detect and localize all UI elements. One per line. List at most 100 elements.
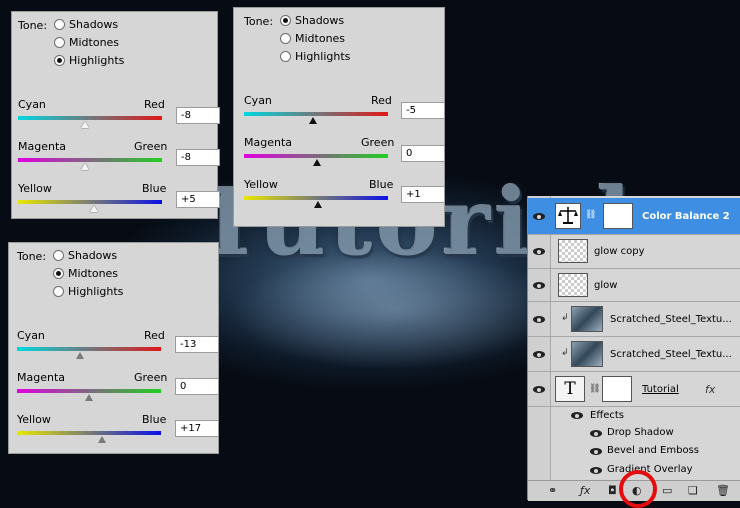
eye-icon[interactable]: [590, 430, 602, 437]
radio-icon[interactable]: [54, 37, 65, 48]
tone-radio-highlights[interactable]: Highlights: [280, 50, 350, 63]
magenta-green-slider-thumb[interactable]: [81, 163, 89, 170]
yellow-blue-slider[interactable]: [244, 196, 388, 200]
eye-icon[interactable]: [571, 412, 583, 419]
magenta-green-value-field[interactable]: -8: [176, 149, 220, 166]
magenta-green-value-field[interactable]: 0: [175, 378, 219, 395]
eye-icon[interactable]: [533, 386, 545, 393]
yellow-blue-value-field[interactable]: +5: [176, 191, 220, 208]
yellow-blue-value-field[interactable]: +17: [175, 420, 219, 437]
magenta-green-slider[interactable]: [18, 158, 162, 162]
layers-panel: ⛓ Color Balance 2 glow copy glow ↲ Scrat…: [527, 196, 740, 501]
radio-icon[interactable]: [53, 286, 64, 297]
cyan-red-slider-thumb[interactable]: [81, 121, 89, 128]
layer-row-scratched-steel-2[interactable]: ↲ Scratched_Steel_Textu...: [528, 337, 740, 372]
effect-drop-shadow[interactable]: Drop Shadow: [528, 424, 740, 442]
layer-row-scratched-steel-1[interactable]: ↲ Scratched_Steel_Textu...: [528, 302, 740, 337]
clip-arrow-icon: ↲: [561, 348, 569, 358]
radio-checked-icon[interactable]: [280, 15, 291, 26]
tone-radio-midtones[interactable]: Midtones: [280, 32, 345, 45]
effect-name: Bevel and Emboss: [607, 445, 699, 456]
yellow-blue-value-field[interactable]: +1: [401, 186, 445, 203]
eye-icon[interactable]: [533, 316, 545, 323]
layer-row-glow[interactable]: glow: [528, 269, 740, 302]
eye-icon[interactable]: [533, 351, 545, 358]
green-label: Green: [134, 371, 168, 384]
tone-radio-highlights[interactable]: Highlights: [53, 285, 123, 298]
layer-row-glow-copy[interactable]: glow copy: [528, 235, 740, 269]
cyan-red-value-field[interactable]: -13: [175, 336, 219, 353]
new-group-icon[interactable]: ▭: [662, 484, 672, 497]
eye-icon[interactable]: [533, 248, 545, 255]
layer-name[interactable]: Scratched_Steel_Textu...: [610, 349, 738, 360]
magenta-green-slider-thumb[interactable]: [85, 394, 93, 401]
layer-thumbnail: [558, 239, 588, 263]
radio-checked-icon[interactable]: [54, 55, 65, 66]
scale-icon: [558, 207, 578, 224]
cyan-red-slider-thumb[interactable]: [76, 352, 84, 359]
cyan-red-slider-thumb[interactable]: [309, 117, 317, 124]
layer-name[interactable]: Color Balance 2: [642, 211, 730, 222]
layer-name[interactable]: glow copy: [594, 246, 644, 257]
cyan-label: Cyan: [18, 98, 46, 111]
text-layer-icon: T: [555, 376, 585, 402]
cyan-red-value-field[interactable]: -5: [401, 102, 445, 119]
color-balance-panel-highlights: Tone: Shadows Midtones Highlights Cyan R…: [11, 11, 220, 219]
tone-radio-shadows[interactable]: Shadows: [54, 18, 118, 31]
yellow-label: Yellow: [244, 178, 278, 191]
yellow-blue-slider-thumb[interactable]: [98, 436, 106, 443]
trash-icon[interactable]: 🗑: [716, 484, 730, 497]
cyan-red-slider[interactable]: [18, 116, 162, 120]
add-style-icon[interactable]: ƒx: [580, 484, 590, 497]
layer-mask-thumbnail[interactable]: [603, 203, 633, 229]
cyan-red-slider[interactable]: [244, 112, 388, 116]
magenta-green-slider[interactable]: [244, 154, 388, 158]
eye-icon[interactable]: [590, 467, 602, 474]
yellow-blue-slider-thumb[interactable]: [90, 205, 98, 212]
yellow-blue-slider[interactable]: [18, 200, 162, 204]
layer-row-tutorial[interactable]: T ⛓ Tutorial fx: [528, 372, 740, 407]
color-balance-panel-midtones: Tone: Shadows Midtones Highlights Cyan R…: [8, 242, 219, 454]
color-balance-panel-shadows: Tone: Shadows Midtones Highlights Cyan R…: [233, 7, 445, 227]
eye-icon[interactable]: [533, 282, 545, 289]
yellow-blue-slider[interactable]: [17, 431, 161, 435]
tone-radio-shadows[interactable]: Shadows: [53, 249, 117, 262]
yellow-label: Yellow: [18, 182, 52, 195]
radio-icon[interactable]: [54, 19, 65, 30]
radio-icon[interactable]: [280, 51, 291, 62]
blue-label: Blue: [369, 178, 394, 191]
layer-row-color-balance-2[interactable]: ⛓ Color Balance 2: [528, 198, 740, 235]
link-layers-icon[interactable]: ⚭: [548, 484, 557, 497]
layer-name[interactable]: Scratched_Steel_Textu...: [610, 314, 738, 325]
layer-mask-thumbnail[interactable]: [602, 376, 632, 402]
tone-radio-highlights[interactable]: Highlights: [54, 54, 124, 67]
green-label: Green: [361, 136, 395, 149]
link-icon[interactable]: ⛓: [585, 210, 596, 220]
tone-radio-midtones[interactable]: Midtones: [53, 267, 118, 280]
add-mask-icon[interactable]: ◘: [608, 484, 617, 497]
magenta-green-value-field[interactable]: 0: [401, 145, 445, 162]
blue-label: Blue: [142, 182, 167, 195]
link-icon[interactable]: ⛓: [589, 384, 600, 394]
tone-radio-shadows[interactable]: Shadows: [280, 14, 344, 27]
cyan-label: Cyan: [244, 94, 272, 107]
cyan-red-value-field[interactable]: -8: [176, 107, 220, 124]
eye-icon[interactable]: [590, 448, 602, 455]
effects-row[interactable]: Effects: [528, 407, 740, 424]
tone-radio-midtones[interactable]: Midtones: [54, 36, 119, 49]
radio-icon[interactable]: [53, 250, 64, 261]
effect-bevel-emboss[interactable]: Bevel and Emboss: [528, 442, 740, 461]
yellow-blue-slider-thumb[interactable]: [314, 201, 322, 208]
cyan-red-slider[interactable]: [17, 347, 161, 351]
cyan-label: Cyan: [17, 329, 45, 342]
radio-checked-icon[interactable]: [53, 268, 64, 279]
magenta-green-slider[interactable]: [17, 389, 161, 393]
new-layer-icon[interactable]: ❏: [688, 484, 698, 497]
layer-name[interactable]: Tutorial: [642, 384, 679, 395]
eye-icon[interactable]: [533, 213, 545, 220]
fx-icon[interactable]: fx: [705, 383, 715, 396]
radio-icon[interactable]: [280, 33, 291, 44]
magenta-green-slider-thumb[interactable]: [313, 159, 321, 166]
blue-label: Blue: [142, 413, 167, 426]
layer-name[interactable]: glow: [594, 280, 617, 291]
